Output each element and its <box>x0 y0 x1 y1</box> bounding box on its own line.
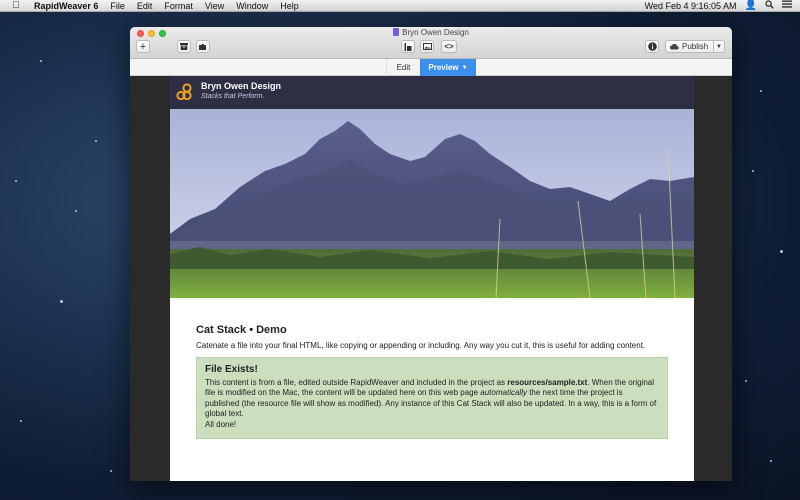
menubar-clock[interactable]: Wed Feb 4 9:16:05 AM <box>645 1 737 11</box>
mode-tab-bar: Edit Preview ▼ <box>130 59 732 76</box>
article-intro: Catenate a file into your final HTML, li… <box>196 341 646 350</box>
tab-preview[interactable]: Preview ▼ <box>420 59 476 76</box>
user-icon[interactable]: 👤 <box>745 0 757 11</box>
publish-button[interactable]: Publish ▼ <box>665 40 725 53</box>
menu-edit[interactable]: Edit <box>131 1 159 11</box>
photo-icon <box>422 43 432 50</box>
add-page-button[interactable]: + <box>136 40 150 53</box>
site-logo-icon <box>176 83 192 101</box>
menu-help[interactable]: Help <box>274 1 305 11</box>
window-title-text: Bryn Owen Design <box>402 28 469 37</box>
site-title: Bryn Owen Design <box>201 81 282 91</box>
document-icon <box>393 28 400 36</box>
upload-icon <box>670 43 679 50</box>
site-slogan: Stacks that Perform. <box>201 93 265 100</box>
box-emphasis: automatically <box>480 388 527 398</box>
spotlight-search-icon[interactable] <box>765 0 774 12</box>
inspector-icon <box>404 42 412 51</box>
publish-options-chevron-icon[interactable]: ▼ <box>713 41 724 52</box>
site-header: Bryn Owen Design Stacks that Perform. <box>170 76 694 109</box>
menu-bar:  RapidWeaver 6 File Edit Format View Wi… <box>0 0 800 12</box>
mountain-banner-image <box>170 109 694 298</box>
web-page: Bryn Owen Design Stacks that Perform. Ca… <box>170 76 694 481</box>
article: Cat Stack • Demo Catenate a file into yo… <box>170 298 694 440</box>
menu-view[interactable]: View <box>199 1 230 11</box>
box-title: File Exists! <box>205 364 258 375</box>
archive-icon <box>180 43 188 50</box>
box-text-1: This content is from a file, edited outs… <box>205 378 508 387</box>
box-filename: resources/sample.txt <box>507 378 588 387</box>
box-body: This content is from a file, edited outs… <box>205 378 659 420</box>
file-exists-box: File Exists! This content is from a file… <box>196 357 668 440</box>
code-brackets-icon: <> <box>444 42 454 51</box>
info-button[interactable] <box>645 40 659 53</box>
publish-label: Publish <box>682 42 709 51</box>
preview-area[interactable]: Bryn Owen Design Stacks that Perform. Ca… <box>130 76 732 481</box>
menu-window[interactable]: Window <box>230 1 274 11</box>
title-bar: Bryn Owen Design + <> Publish ▼ <box>130 27 732 59</box>
menu-format[interactable]: Format <box>158 1 199 11</box>
tab-preview-label: Preview <box>428 63 459 72</box>
article-heading: Cat Stack • Demo <box>196 324 287 336</box>
window-title: Bryn Owen Design <box>130 28 732 37</box>
app-window: Bryn Owen Design + <> Publish ▼ Edit Pre… <box>130 27 732 481</box>
apple-menu-icon[interactable]:  <box>8 0 24 11</box>
puzzle-piece-icon <box>199 43 206 50</box>
page-inspector-button[interactable] <box>401 40 415 53</box>
resources-button[interactable] <box>177 40 191 53</box>
addons-button[interactable] <box>196 40 210 53</box>
notification-center-icon[interactable] <box>782 0 792 11</box>
code-button[interactable]: <> <box>441 40 457 53</box>
menu-app[interactable]: RapidWeaver 6 <box>28 1 104 11</box>
tab-edit[interactable]: Edit <box>386 59 420 76</box>
info-icon <box>647 42 657 51</box>
media-button[interactable] <box>420 40 434 53</box>
chevron-down-icon: ▼ <box>461 64 468 71</box>
menu-file[interactable]: File <box>104 1 131 11</box>
box-done: All done! <box>205 419 237 429</box>
